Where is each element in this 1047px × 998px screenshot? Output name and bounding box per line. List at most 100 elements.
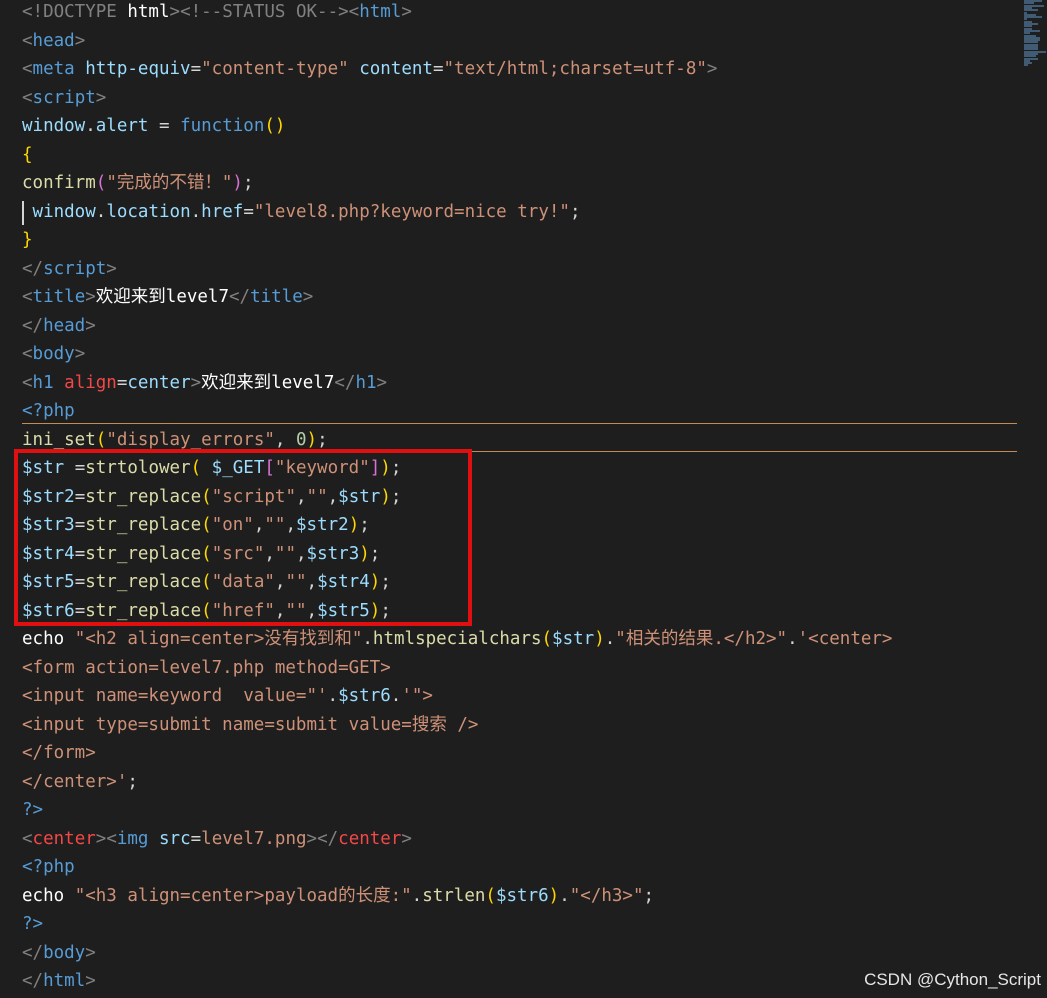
code-token: "</h3>": [569, 885, 644, 906]
code-line: </head>: [22, 314, 1022, 343]
code-line: <?php: [22, 855, 1022, 884]
code-line: <input type=submit name=submit value=搜索 …: [22, 713, 1022, 742]
code-token: .: [95, 201, 107, 222]
code-token: </: [22, 942, 44, 963]
code-token: head: [43, 315, 86, 336]
code-token: head: [32, 30, 75, 51]
code-token: (: [485, 885, 496, 906]
code-token: </: [229, 287, 251, 307]
code-token: </center>': [22, 771, 128, 792]
code-token: "level8.php?keyword=nice try!": [253, 201, 570, 222]
code-token: body: [32, 344, 75, 364]
code-token: "content-type": [201, 59, 349, 79]
code-token: echo: [22, 629, 75, 649]
code-token: >: [106, 258, 117, 279]
code-token: .: [190, 201, 202, 222]
code-token: $str: [552, 629, 595, 649]
code-token: script: [43, 258, 107, 279]
code-token: .: [362, 629, 373, 649]
code-token: =: [148, 116, 181, 136]
code-token: >: [302, 287, 314, 307]
code-token: </: [22, 258, 44, 279]
code-token: function: [180, 116, 265, 136]
code-token: <: [22, 372, 33, 393]
code-line: <center><img src=level7.png></center>: [22, 827, 1022, 856]
code-token: title: [32, 287, 86, 307]
code-token: h1: [355, 372, 377, 393]
code-line: <input name=keyword value="'.$str6.'">: [22, 684, 1022, 713]
code-line: echo "<h2 align=center>没有找到和".htmlspecia…: [22, 627, 1022, 656]
code-line: </body>: [22, 941, 1022, 970]
minimap[interactable]: [1024, 0, 1047, 70]
code-token: ,: [274, 429, 296, 450]
code-line: <title>欢迎来到level7</title>: [22, 285, 1022, 314]
code-token: window: [22, 116, 86, 136]
current-line-top-border: [22, 423, 1017, 424]
code-token: <?php: [22, 857, 75, 877]
text-cursor: [22, 201, 24, 225]
code-token: html: [127, 2, 170, 22]
code-token: =: [190, 828, 202, 849]
code-token: ;: [317, 429, 328, 450]
code-token: ): [594, 629, 605, 649]
code-token: body: [43, 942, 86, 963]
code-token: ;: [127, 771, 138, 792]
code-token: =: [243, 201, 254, 222]
code-token: .: [390, 686, 402, 706]
code-token: <?php: [22, 401, 75, 421]
code-token: <: [348, 2, 360, 22]
code-token: ): [548, 885, 560, 906]
code-token: 欢迎来到level7: [95, 287, 229, 307]
code-token: (: [95, 173, 107, 193]
code-token: >: [74, 30, 86, 51]
code-line: <!DOCTYPE html><!--STATUS OK--><html>: [22, 0, 1022, 29]
code-token: 0: [295, 429, 307, 450]
code-token: level7.png: [201, 828, 307, 849]
code-token: "text/html;charset=utf-8": [443, 59, 707, 79]
code-token: ;: [569, 201, 581, 222]
code-token: <: [106, 828, 117, 849]
code-editor[interactable]: <!DOCTYPE html><!--STATUS OK--><html> <he…: [0, 0, 1047, 998]
code-token: alert: [95, 116, 149, 136]
code-token: center: [338, 828, 402, 849]
code-token: .: [787, 629, 798, 649]
code-line: window.alert = function(): [22, 114, 1022, 143]
code-token: >: [376, 372, 388, 393]
code-token: <input type=submit name=submit value=搜索 …: [22, 714, 479, 735]
code-token: <: [22, 287, 33, 307]
code-token: ?>: [22, 800, 44, 820]
code-token: =: [432, 59, 444, 79]
code-token: $str6: [495, 885, 549, 906]
code-token: >: [401, 2, 412, 22]
code-token: <form action=level7.php method=GET>: [22, 657, 391, 678]
code-token: =: [190, 59, 202, 79]
code-token: 欢迎来到level7: [201, 372, 335, 393]
code-token: title: [250, 287, 303, 307]
code-line: </script>: [22, 257, 1022, 286]
code-token: .: [85, 116, 96, 136]
code-token: $str6: [338, 686, 391, 706]
code-token: href: [201, 201, 244, 222]
code-token: '">: [401, 686, 433, 706]
code-token: confirm: [22, 173, 96, 193]
code-line: <body>: [22, 342, 1022, 371]
code-token: center: [32, 828, 96, 849]
code-token: </: [334, 372, 356, 393]
code-token: .: [327, 686, 339, 706]
code-token: "完成的不错！": [106, 173, 233, 193]
code-token: >: [95, 828, 107, 849]
code-token: <: [22, 344, 33, 364]
code-token: <!--STATUS OK-->: [180, 2, 349, 22]
code-line: </center>';: [22, 770, 1022, 799]
code-token: >: [190, 372, 202, 393]
code-token: ): [306, 429, 318, 450]
code-token: htmlspecialchars: [372, 629, 542, 649]
code-token: ;: [242, 173, 254, 193]
code-line: {: [22, 143, 1022, 172]
code-token: align: [64, 372, 117, 393]
code-token: html: [359, 2, 402, 22]
code-token: center: [127, 372, 191, 393]
code-line: confirm("完成的不错！");: [22, 171, 1022, 200]
code-token: >: [306, 828, 318, 849]
code-token: meta: [32, 59, 86, 79]
